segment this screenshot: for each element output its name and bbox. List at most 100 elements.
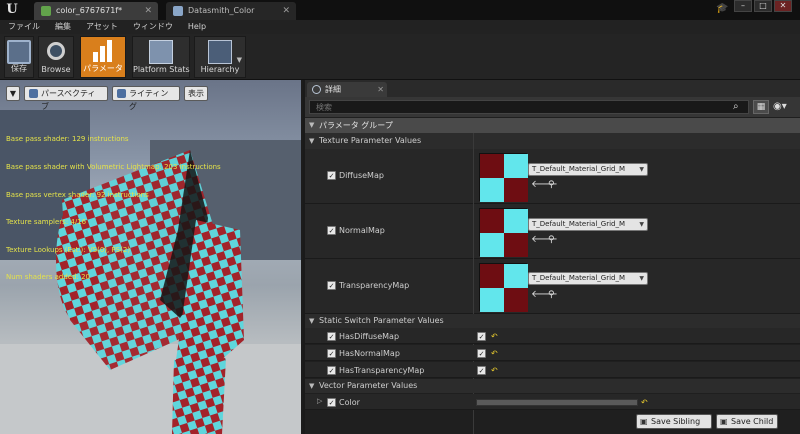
chevron-down-icon[interactable]: ▼ <box>237 56 242 64</box>
hierarchy-label: Hierarchy <box>200 65 240 74</box>
close-window-button[interactable]: ✕ <box>774 0 792 12</box>
menu-window[interactable]: ウィンドウ <box>125 20 180 34</box>
value-checkbox[interactable]: ✓ <box>477 349 486 358</box>
menu-file[interactable]: ファイル <box>0 20 47 34</box>
override-checkbox[interactable]: ✓ <box>327 226 336 235</box>
collapse-arrow-icon[interactable]: ▼ <box>309 379 314 393</box>
search-input[interactable] <box>309 100 749 114</box>
reset-to-default-icon[interactable]: ↶ <box>641 398 650 407</box>
eye-icon[interactable]: ◉▾ <box>773 100 795 114</box>
browse-magnifier-icon[interactable]: ⚲ <box>548 180 555 190</box>
stats-line: Num shaders added: 20 <box>6 273 91 282</box>
texture-asset-combo[interactable]: T_Default_Material_Grid_M ▼ <box>528 272 648 285</box>
color-swatch-bar[interactable] <box>476 399 638 406</box>
texture-asset-combo[interactable]: T_Default_Material_Grid_M ▼ <box>528 218 648 231</box>
texture-asset-name: T_Default_Material_Grid_M <box>532 220 626 228</box>
perspective-button[interactable]: パースペクティブ <box>24 86 108 111</box>
value-checkbox[interactable]: ✓ <box>477 332 486 341</box>
property-matrix-icon[interactable]: ▦ <box>753 100 769 114</box>
category-parameter-group[interactable]: ▼ パラメータ グループ <box>305 118 800 133</box>
show-label: 表示 <box>188 89 204 98</box>
override-checkbox[interactable]: ✓ <box>327 349 336 358</box>
collapse-arrow-icon[interactable]: ▼ <box>309 314 314 328</box>
texture-thumbnail[interactable] <box>479 208 528 257</box>
menu-edit[interactable]: 編集 <box>47 20 78 34</box>
platform-stats-label: Platform Stats <box>133 65 190 74</box>
details-tab-label: 詳細 <box>325 85 341 94</box>
browse-magnifier-icon[interactable]: ⚲ <box>548 290 555 300</box>
chevron-down-icon: ▼ <box>639 166 644 173</box>
browse-icon <box>47 42 65 60</box>
tab-color-material[interactable]: color_6767671f* ✕ <box>34 2 158 20</box>
hierarchy-button[interactable]: ▼ Hierarchy <box>194 36 246 78</box>
show-button[interactable]: 表示 <box>184 86 208 101</box>
save-button[interactable]: 保存 <box>4 36 34 78</box>
perspective-icon <box>29 89 38 98</box>
menu-help[interactable]: Help <box>180 20 213 34</box>
reset-to-default-icon[interactable]: ↶ <box>491 332 500 341</box>
viewport-menu-button[interactable]: ▼ <box>6 86 20 101</box>
expand-arrow-icon[interactable]: ▷ <box>317 397 322 405</box>
texture-asset-combo[interactable]: T_Default_Material_Grid_M ▼ <box>528 163 648 176</box>
platform-stats-button[interactable]: Platform Stats <box>132 36 190 78</box>
save-label: 保存 <box>11 64 27 73</box>
save-sibling-button[interactable]: ▣ Save Sibling <box>636 414 712 429</box>
texture-section-header[interactable]: ▼ Texture Parameter Values <box>305 133 800 149</box>
reset-to-default-icon[interactable]: ↶ <box>491 349 500 358</box>
chevron-down-icon: ▼ <box>639 275 644 282</box>
section-label: Texture Parameter Values <box>319 136 422 145</box>
browse-magnifier-icon[interactable]: ⚲ <box>548 235 555 245</box>
material-preview-viewport[interactable]: ▼ パースペクティブ ライティング 表示 Base pass shader: 1… <box>0 80 303 434</box>
stats-line: Texture samplers: 4/16 <box>6 218 87 227</box>
material-icon <box>173 6 183 16</box>
static-switch-section-header[interactable]: ▼ Static Switch Parameter Values <box>305 314 800 328</box>
override-checkbox[interactable]: ✓ <box>327 398 336 407</box>
tab-datasmith-color[interactable]: Datasmith_Color ✕ <box>166 2 296 20</box>
maximize-button[interactable]: □ <box>754 0 772 12</box>
value-checkbox[interactable]: ✓ <box>477 366 486 375</box>
override-checkbox[interactable]: ✓ <box>327 366 336 375</box>
platform-stats-icon <box>149 40 173 64</box>
collapse-arrow-icon[interactable]: ▼ <box>309 133 314 149</box>
switch-param-row: ✓ HasDiffuseMap ✓ ↶ <box>305 328 800 344</box>
save-sibling-icon: ▣ <box>640 417 648 426</box>
close-icon[interactable]: ✕ <box>282 2 290 20</box>
param-label: DiffuseMap <box>339 171 384 180</box>
close-icon[interactable]: ✕ <box>144 2 152 20</box>
magnifier-icon <box>312 85 321 94</box>
section-label: Static Switch Parameter Values <box>319 316 444 325</box>
param-label: HasDiffuseMap <box>339 332 400 341</box>
stats-line: Base pass vertex shader: 92 instructions <box>6 190 149 199</box>
menu-asset[interactable]: アセット <box>78 20 125 34</box>
material-icon <box>41 6 51 16</box>
param-label: HasNormalMap <box>339 349 400 358</box>
lighting-button[interactable]: ライティング <box>112 86 180 111</box>
texture-param-row: ✓ TransparencyMap <box>305 259 800 314</box>
param-label: HasTransparencyMap <box>339 366 425 375</box>
override-checkbox[interactable]: ✓ <box>327 281 336 290</box>
save-child-icon: ▣ <box>720 417 728 426</box>
texture-thumbnail[interactable] <box>479 263 528 312</box>
minimize-button[interactable]: – <box>734 0 752 12</box>
texture-thumbnail[interactable] <box>479 153 528 202</box>
switch-param-row: ✓ HasNormalMap ✓ ↶ <box>305 345 800 361</box>
save-icon <box>7 40 31 64</box>
browse-button[interactable]: Browse <box>38 36 74 78</box>
parameters-label: パラメータ <box>83 64 123 73</box>
search-icon[interactable]: ⌕ <box>733 101 745 113</box>
reset-to-default-icon[interactable]: ↶ <box>491 366 500 375</box>
vector-section-header[interactable]: ▼ Vector Parameter Values <box>305 379 800 393</box>
tab-label: Datasmith_Color <box>188 6 255 15</box>
override-checkbox[interactable]: ✓ <box>327 332 336 341</box>
save-child-button[interactable]: ▣ Save Child <box>716 414 778 429</box>
texture-asset-name: T_Default_Material_Grid_M <box>532 165 626 173</box>
graduation-cap-icon[interactable]: 🎓 <box>716 3 728 15</box>
tab-details[interactable]: 詳細 ✕ <box>307 82 387 97</box>
chevron-down-icon: ▼ <box>639 221 644 228</box>
tab-label: color_6767671f* <box>56 6 123 15</box>
close-icon[interactable]: ✕ <box>377 82 384 97</box>
parameters-button[interactable]: パラメータ <box>80 36 126 78</box>
override-checkbox[interactable]: ✓ <box>327 171 336 180</box>
collapse-arrow-icon[interactable]: ▼ <box>309 118 314 133</box>
param-label: NormalMap <box>339 226 385 235</box>
